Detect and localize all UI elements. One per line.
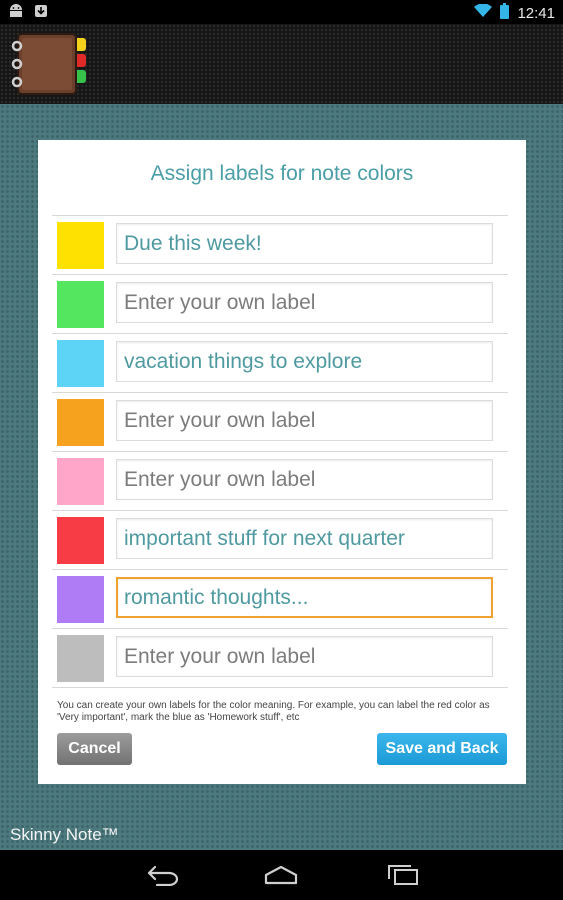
status-bar: 12:41 [0,0,563,24]
label-input-pink[interactable] [116,459,493,500]
save-and-back-button[interactable]: Save and Back [377,733,507,765]
label-input-red[interactable] [116,518,493,559]
color-label-row [52,274,508,333]
label-dialog: Assign labels for note colors Due this w… [38,140,526,784]
color-label-row [52,333,508,392]
status-time: 12:41 [517,4,555,22]
label-input-orange[interactable] [116,400,493,441]
label-input-gray[interactable] [116,636,493,677]
color-label-list [52,215,508,688]
navigation-bar [0,850,563,900]
app-brand-label: Skinny Note™ [10,825,119,844]
label-input-green[interactable] [116,282,493,323]
color-label-row [52,215,508,274]
label-input-yellow[interactable] [116,223,493,264]
back-icon[interactable] [145,864,181,891]
color-label-row [52,510,508,569]
color-label-row [52,392,508,451]
android-icon [8,4,24,23]
dialog-title: Assign labels for note colors [150,162,414,185]
color-swatch-purple [57,576,104,623]
color-swatch-orange [57,399,104,446]
label-input-purple[interactable] [116,577,493,618]
cancel-button[interactable]: Cancel [57,733,132,765]
home-icon[interactable] [263,864,299,891]
battery-icon [500,3,510,23]
label-input-blue[interactable] [116,341,493,382]
color-swatch-pink [57,458,104,505]
color-label-row [52,451,508,510]
app-header [0,24,563,104]
color-swatch-red [57,517,104,564]
help-text: You can create your own labels for the c… [57,700,490,723]
color-swatch-yellow [57,222,104,269]
color-label-row [52,569,508,628]
color-swatch-green [57,281,104,328]
recent-apps-icon[interactable] [385,864,421,891]
wifi-icon [474,3,493,22]
download-icon [34,4,48,23]
color-swatch-gray [57,635,104,682]
color-label-row [52,628,508,688]
notebook-logo-icon[interactable] [8,32,90,101]
color-swatch-blue [57,340,104,387]
